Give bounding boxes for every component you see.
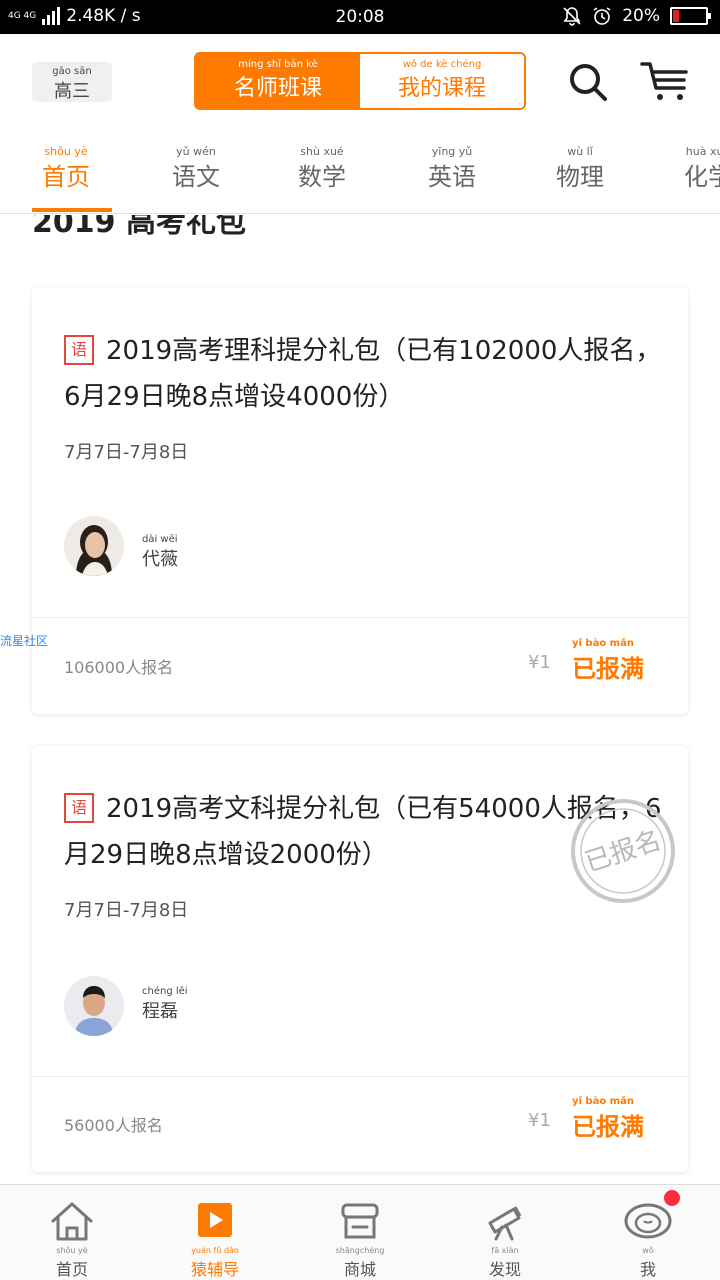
tab-label: 我的课程 — [397, 76, 486, 101]
tab-label: 数学 — [298, 163, 346, 191]
mute-bell-icon — [563, 7, 581, 26]
home-icon — [51, 1202, 93, 1241]
tab-pinyin: yīng yǔ — [431, 145, 473, 158]
status-pinyin: yǐ bào mǎn — [572, 638, 634, 649]
teacher-name-text: 程磊 — [142, 1001, 178, 1022]
subject-tabs: shǒu yè 首页 yǔ wén 语文 shù xué 数学 yīng yǔ … — [0, 130, 720, 214]
nav-yuanfudao[interactable]: yuán fǔ dǎo 猿辅导 — [165, 1199, 265, 1280]
status-text: 已报满 — [572, 1113, 644, 1141]
nav-store[interactable]: shāngchéng 商城 — [310, 1199, 410, 1280]
teacher-pinyin: chéng lěi — [142, 986, 188, 997]
course-price: ¥1 — [528, 1110, 551, 1131]
teacher-pinyin: dài wēi — [142, 534, 178, 545]
search-icon[interactable] — [568, 62, 608, 102]
tab-label: 名师班课 — [233, 76, 322, 101]
tab-home[interactable]: shǒu yè 首页 — [42, 146, 90, 192]
nav-pinyin: wǒ — [642, 1246, 654, 1255]
tab-pinyin: shù xué — [300, 145, 344, 158]
subject-badge: 语 — [64, 335, 94, 365]
tab-pinyin: wǒ de kè chéng — [402, 59, 482, 70]
course-date: 7月7日-7月8日 — [64, 442, 189, 463]
section-heading-text: 2019 高考礼包 — [32, 215, 246, 237]
nav-home[interactable]: shǒu yè 首页 — [22, 1199, 122, 1280]
nav-pinyin: shǒu yè — [56, 1246, 88, 1255]
course-mode-switch: míng shī bān kè 名师班课 wǒ de kè chéng 我的课程 — [194, 52, 526, 110]
watermark-label: 流星社区 — [0, 634, 49, 648]
nav-label: 我 — [639, 1260, 656, 1279]
profile-icon — [624, 1203, 672, 1239]
enrolled-stamp: 已报名 — [571, 799, 675, 903]
status-pinyin: yǐ bào mǎn — [572, 1096, 634, 1107]
tab-pinyin: shǒu yè — [44, 145, 88, 158]
battery-icon — [670, 7, 711, 25]
teacher-name: dài wēi 代薇 — [142, 534, 178, 571]
alarm-icon — [593, 7, 611, 25]
battery-percent: 20% — [622, 6, 660, 26]
nav-me[interactable]: wǒ 我 — [598, 1199, 698, 1280]
bottom-nav: shǒu yè 首页 yuán fǔ dǎo 猿辅导 shāngchéng 商城… — [0, 1184, 720, 1280]
grade-label: 高三 — [54, 81, 90, 102]
tab-label: 化学 — [684, 163, 720, 191]
nav-label: 发现 — [488, 1260, 521, 1279]
tab-pinyin: wù lǐ — [567, 145, 593, 158]
tab-chemistry[interactable]: huà xué 化学 — [684, 146, 720, 192]
teacher-name: chéng lěi 程磊 — [142, 986, 188, 1023]
tab-pinyin: yǔ wén — [176, 145, 216, 158]
course-card[interactable]: 语 2019高考文科提分礼包（已有54000人报名，6月29日晚8点增设2000份… — [32, 746, 688, 1172]
active-tab-indicator — [32, 208, 112, 212]
cart-icon[interactable] — [640, 60, 690, 104]
tab-label: 物理 — [556, 163, 604, 191]
course-title: 语 2019高考理科提分礼包（已有102000人报名，6月29日晚8点增设4000… — [64, 328, 664, 420]
enrolled-count: 106000人报名 — [64, 658, 174, 677]
teacher-avatar[interactable] — [64, 516, 124, 576]
teacher-avatar[interactable] — [64, 976, 124, 1036]
notification-dot — [664, 1190, 680, 1206]
tab-math[interactable]: shù xué 数学 — [298, 146, 346, 192]
nav-label: 商城 — [343, 1260, 376, 1279]
course-date: 7月7日-7月8日 — [64, 900, 189, 921]
card-divider — [32, 1076, 688, 1077]
nav-pinyin: yuán fǔ dǎo — [191, 1246, 239, 1255]
grade-pinyin: gāo sān — [52, 66, 92, 77]
stamp-text: 已报名 — [582, 826, 665, 879]
nav-discover[interactable]: fā xiàn 发现 — [455, 1199, 555, 1280]
course-title-text: 2019高考理科提分礼包（已有102000人报名，6月29日晚8点增设4000份… — [64, 336, 662, 412]
top-bar: gāo sān 高三 míng shī bān kè 名师班课 wǒ de kè… — [0, 34, 720, 130]
store-icon — [341, 1203, 379, 1239]
teacher-name-text: 代薇 — [142, 549, 178, 570]
play-icon — [198, 1203, 232, 1237]
section-heading: 2019 高考礼包 — [32, 215, 432, 237]
status-bar: 4G 4G 2.48K / s 20:08 20% — [0, 0, 720, 34]
status-text: 已报满 — [572, 655, 644, 683]
card-divider — [32, 617, 688, 618]
full-status: yǐ bào mǎn 已报满 — [572, 1096, 644, 1142]
tab-chinese[interactable]: yǔ wén 语文 — [172, 146, 220, 192]
full-status: yǐ bào mǎn 已报满 — [572, 638, 644, 684]
tab-label: 首页 — [42, 163, 90, 191]
course-price: ¥1 — [528, 652, 551, 673]
tab-label: 英语 — [428, 163, 476, 191]
tab-pinyin: huà xué — [685, 145, 720, 158]
grade-selector[interactable]: gāo sān 高三 — [32, 62, 112, 102]
nav-label: 首页 — [55, 1260, 88, 1279]
nav-pinyin: fā xiàn — [491, 1246, 519, 1255]
tab-physics[interactable]: wù lǐ 物理 — [556, 146, 604, 192]
tab-english[interactable]: yīng yǔ 英语 — [428, 146, 476, 192]
tab-pinyin: míng shī bān kè — [238, 59, 318, 70]
tab-label: 语文 — [172, 163, 220, 191]
subject-badge: 语 — [64, 793, 94, 823]
nav-pinyin: shāngchéng — [335, 1246, 385, 1255]
nav-label: 猿辅导 — [190, 1260, 239, 1279]
tab-famous-teacher-classes[interactable]: míng shī bān kè 名师班课 — [196, 54, 360, 108]
course-card[interactable]: 语 2019高考理科提分礼包（已有102000人报名，6月29日晚8点增设4000… — [32, 288, 688, 714]
enrolled-count: 56000人报名 — [64, 1116, 163, 1135]
tab-my-courses[interactable]: wǒ de kè chéng 我的课程 — [360, 54, 524, 108]
telescope-icon — [488, 1206, 522, 1241]
